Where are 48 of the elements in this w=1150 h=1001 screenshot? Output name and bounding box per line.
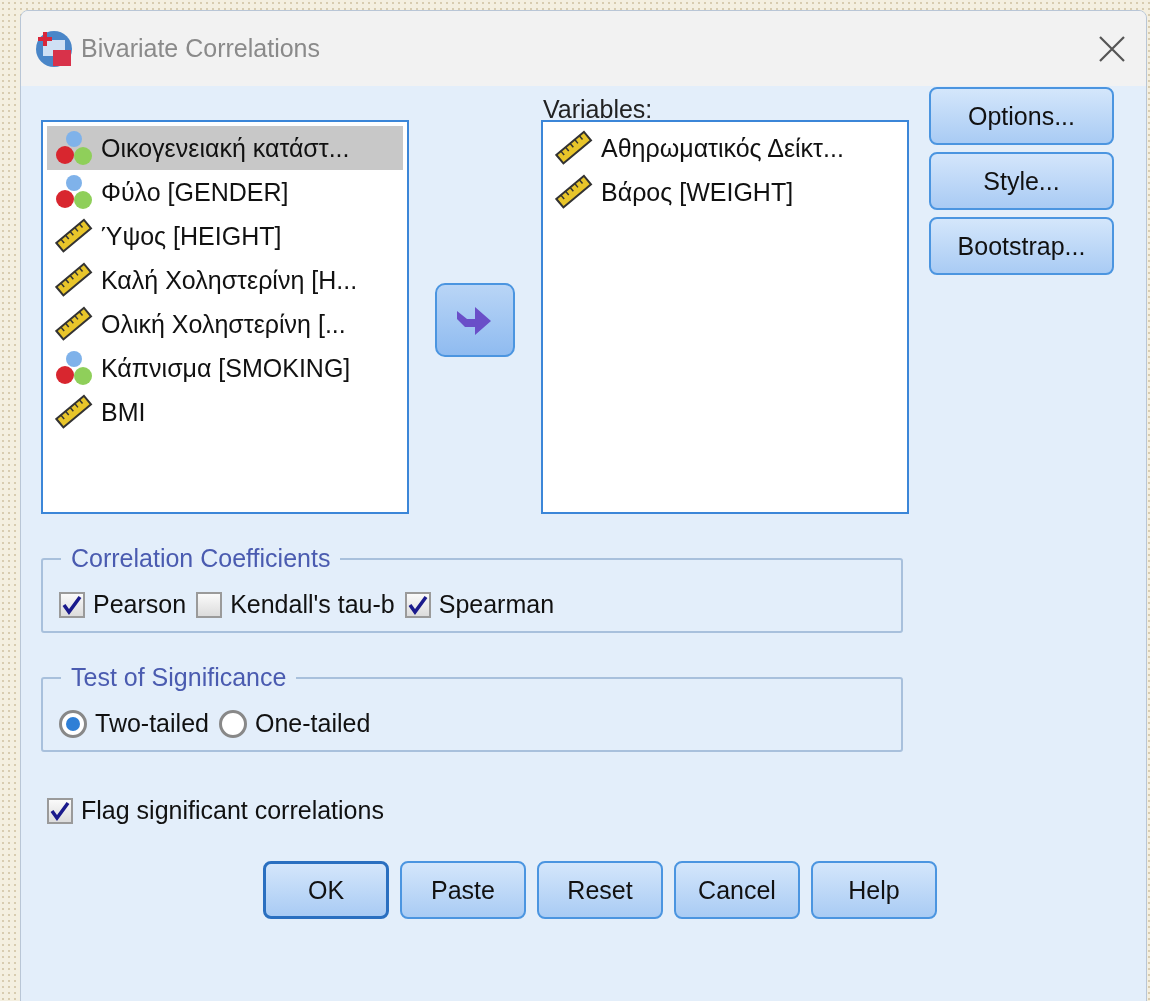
checkbox[interactable] [59,591,85,618]
variable-list[interactable]: Αθηρωματικός Δείκτ... Βάρος [WEIGHT] [541,120,909,514]
window-title: Bivariate Correlations [81,34,321,63]
variable-item[interactable]: Κάπνισμα [SMOKING] [47,346,403,390]
checkbox[interactable] [47,797,73,824]
variable-item[interactable]: BMI [47,390,403,434]
option-label: Spearman [438,590,555,619]
app-icon [35,29,73,68]
option-label: Two-tailed [95,709,209,738]
checkbox-option[interactable]: Spearman [404,590,555,619]
dialog-button[interactable]: Cancel [674,861,800,919]
variable-item[interactable]: Ολική Χοληστερίνη [... [47,302,403,346]
radio-button[interactable] [218,709,247,738]
dialog-button[interactable]: OK [263,861,389,919]
checkmark-icon [406,593,429,616]
variable-list[interactable]: Οικογενειακή κατάστ... Φύλο [GENDER] Ύψος [HEIGHT] Καλή Χοληστερίνη [H... Ολική Χοληστερίνη [... Κάπνισμα [SMOKING] BMI [41,120,409,514]
variable-item[interactable]: Βάρος [WEIGHT] [547,170,903,214]
variable-item[interactable]: Φύλο [GENDER] [47,170,403,214]
three-circles-icon [55,350,93,386]
option-label: Flag significant correlations [81,796,384,825]
checkbox-option[interactable]: Kendall's tau-b [196,590,395,619]
radio-button[interactable] [59,709,87,738]
close-icon [1098,34,1126,63]
checkmark-icon [61,593,83,616]
checkmark-icon [49,799,71,822]
dialog-button[interactable]: Help [811,861,937,919]
option-label: One-tailed [254,709,371,738]
option-label: Pearson [93,590,187,619]
checkbox[interactable] [196,591,223,618]
dialog-button[interactable]: Paste [400,861,526,919]
dialog-button[interactable]: Bootstrap... [929,217,1114,275]
checkbox-option[interactable]: Pearson [59,590,187,619]
dialog-button[interactable]: Options... [929,87,1114,145]
checkbox-option[interactable]: Flag significant correlations [47,796,1122,825]
option-label: Kendall's tau-b [230,590,395,619]
variable-item[interactable]: Αθηρωματικός Δείκτ... [547,126,903,170]
variable-item[interactable]: Ύψος [HEIGHT] [47,214,403,258]
dialog-button[interactable]: Reset [537,861,663,919]
three-circles-icon [55,130,93,166]
move-button[interactable] [435,283,515,357]
dialog-button[interactable]: Style... [929,152,1114,210]
variables-label: Variables: [543,98,654,120]
radio-option[interactable]: One-tailed [218,709,371,738]
variable-item[interactable]: Οικογενειακή κατάστ... [47,126,403,170]
variable-item[interactable]: Καλή Χοληστερίνη [H... [47,258,403,302]
radio-option[interactable]: Two-tailed [59,709,209,738]
three-circles-icon [55,174,93,210]
checkbox[interactable] [404,591,431,618]
